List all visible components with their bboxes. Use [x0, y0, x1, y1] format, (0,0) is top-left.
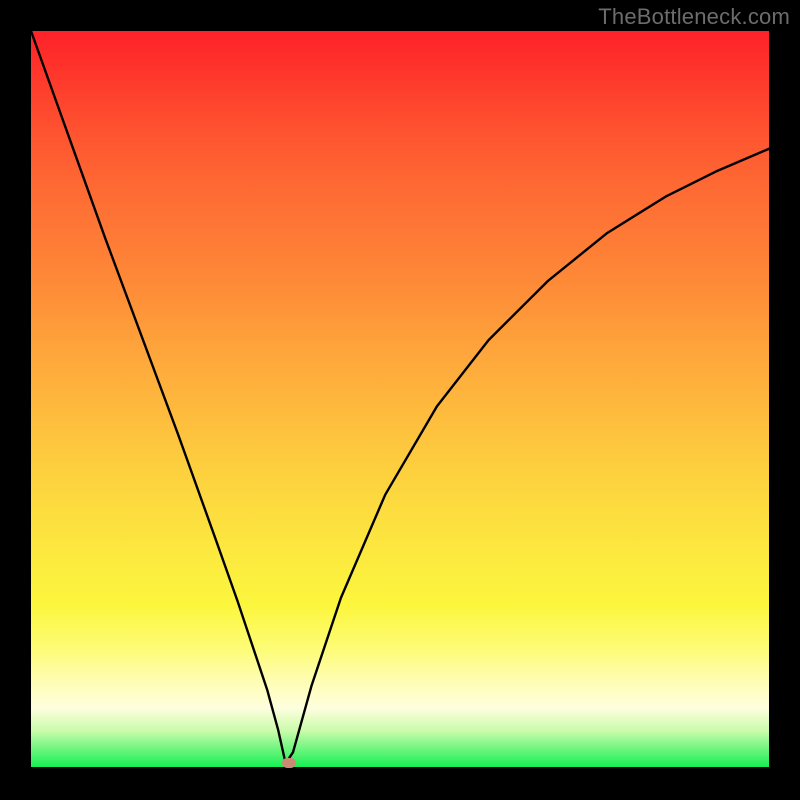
- bottleneck-curve: [31, 31, 769, 763]
- curve-svg: [31, 31, 769, 767]
- watermark-text: TheBottleneck.com: [598, 4, 790, 30]
- chart-frame: TheBottleneck.com: [0, 0, 800, 800]
- optimum-marker: [282, 758, 296, 768]
- plot-area: [31, 31, 769, 767]
